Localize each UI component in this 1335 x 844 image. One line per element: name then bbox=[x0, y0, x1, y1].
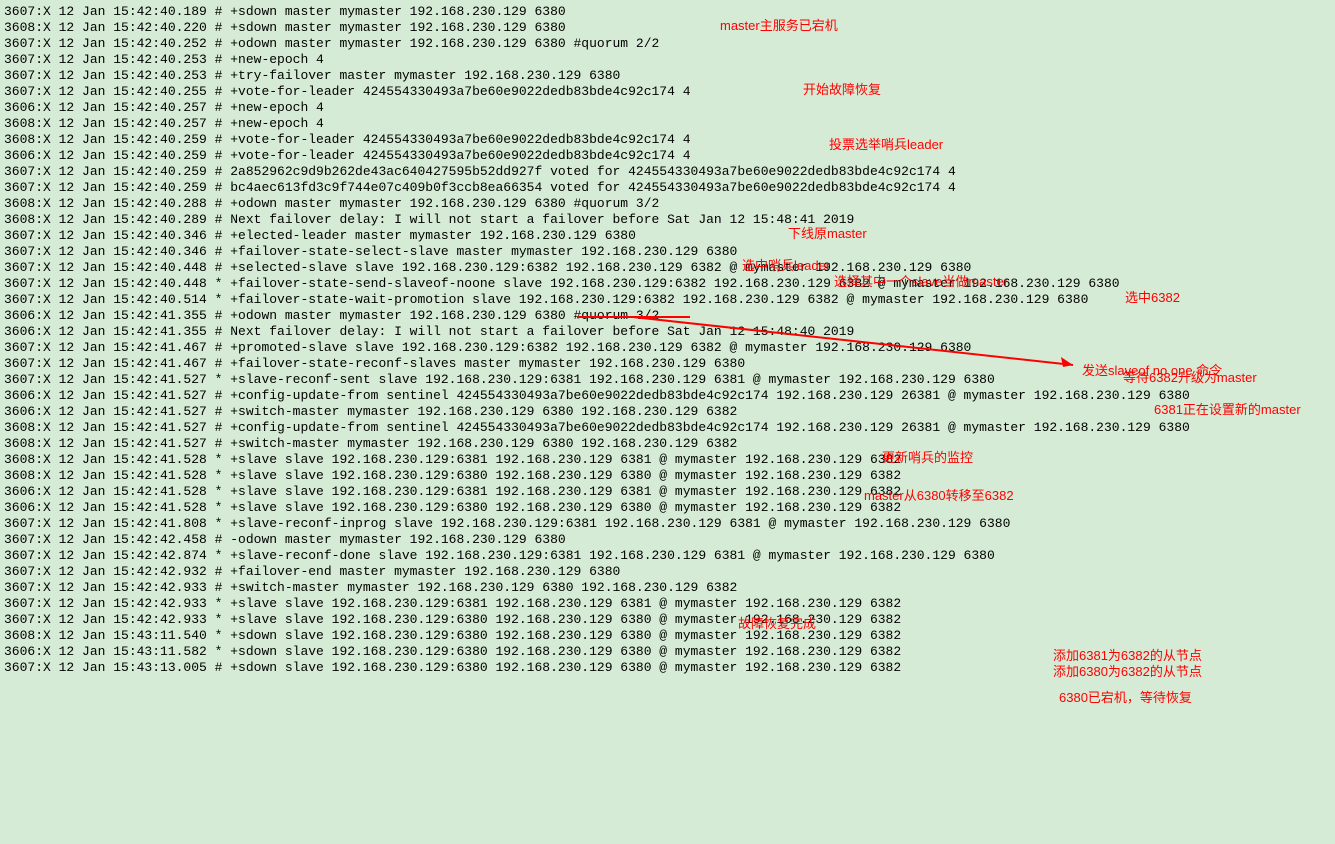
annotation-choose-6382: 选中6382 bbox=[1125, 290, 1180, 306]
annotation-start-recover: 开始故障恢复 bbox=[803, 82, 881, 98]
annotation-add-6381: 添加6381为6382的从节点 bbox=[1053, 648, 1202, 664]
log-output: 3607:X 12 Jan 15:42:40.189 # +sdown mast… bbox=[0, 0, 1335, 682]
annotation-update-sentinel: 更新哨兵的监控 bbox=[882, 450, 973, 466]
annotation-vote-leader: 投票选举哨兵leader bbox=[829, 137, 943, 153]
annotation-offline-master: 下线原master bbox=[788, 226, 867, 242]
annotation-selected-leader: 选中哨兵leader bbox=[742, 258, 830, 274]
annotation-master-down: master主服务已宕机 bbox=[720, 18, 838, 34]
annotation-add-6380: 添加6380为6382的从节点 bbox=[1053, 664, 1202, 680]
annotation-wait-promote: 等待6382升级为master bbox=[1123, 370, 1257, 386]
annotation-6380-down: 6380已宕机，等待恢复 bbox=[1059, 690, 1192, 706]
annotation-6381-setnew: 6381正在设置新的master bbox=[1154, 402, 1301, 418]
annotation-master-transfer: master从6380转移至6382 bbox=[864, 488, 1014, 504]
annotation-select-slave: 选择其中一个slave当做master bbox=[834, 274, 1008, 290]
annotation-failover-done: 故障恢复完成 bbox=[738, 616, 816, 632]
